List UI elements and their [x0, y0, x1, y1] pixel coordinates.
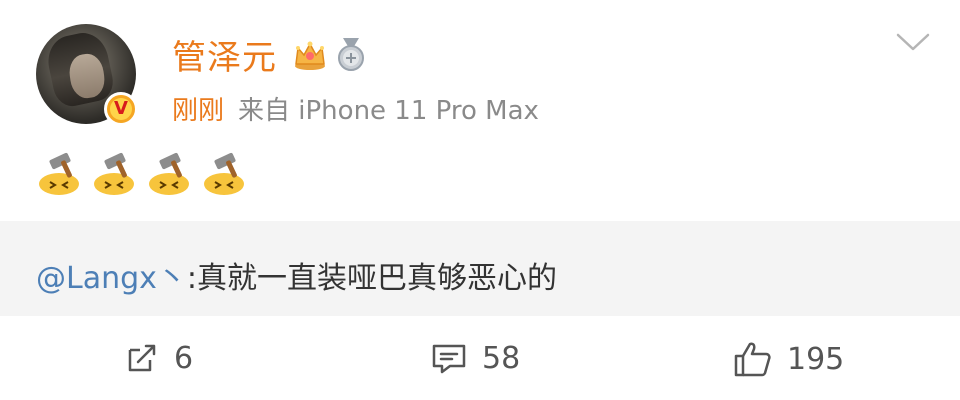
action-bar: 6 58 195 — [0, 330, 960, 390]
like-count: 195 — [787, 341, 845, 377]
like-button[interactable]: 195 — [733, 340, 844, 378]
repost-button[interactable]: 6 — [124, 340, 193, 376]
hammer-face-emoji — [204, 152, 244, 195]
crown-icon[interactable] — [292, 36, 328, 72]
thumbs-up-icon — [734, 342, 771, 377]
repost-count: 6 — [174, 340, 194, 376]
quoted-comment-body: :真就一直装哑巴真够恶心的 — [186, 261, 558, 296]
medal-icon[interactable] — [333, 36, 369, 72]
username[interactable]: 管泽元 — [172, 30, 277, 79]
hammer-face-emoji — [39, 152, 79, 195]
comment-count: 58 — [482, 340, 521, 376]
verified-badge-icon: V — [104, 92, 138, 126]
post-meta: 刚刚 来自 iPhone 11 Pro Max — [172, 90, 539, 127]
quoted-comment-text: @Langx丶:真就一直装哑巴真够恶心的 — [36, 253, 557, 297]
quoted-comment[interactable]: @Langx丶:真就一直装哑巴真够恶心的 — [0, 221, 960, 316]
post-time: 刚刚 — [172, 96, 225, 126]
emoji-row — [36, 150, 247, 196]
hammer-face-emoji — [94, 152, 134, 195]
comment-button[interactable]: 58 — [430, 340, 520, 376]
post-source: 来自 iPhone 11 Pro Max — [238, 96, 539, 126]
chevron-down-icon[interactable] — [895, 30, 931, 54]
mention-link[interactable]: @Langx丶 — [36, 261, 187, 296]
comment-icon — [432, 344, 466, 374]
avatar[interactable]: V — [36, 24, 138, 126]
repost-icon — [128, 344, 156, 372]
hammer-face-emoji — [149, 152, 189, 195]
